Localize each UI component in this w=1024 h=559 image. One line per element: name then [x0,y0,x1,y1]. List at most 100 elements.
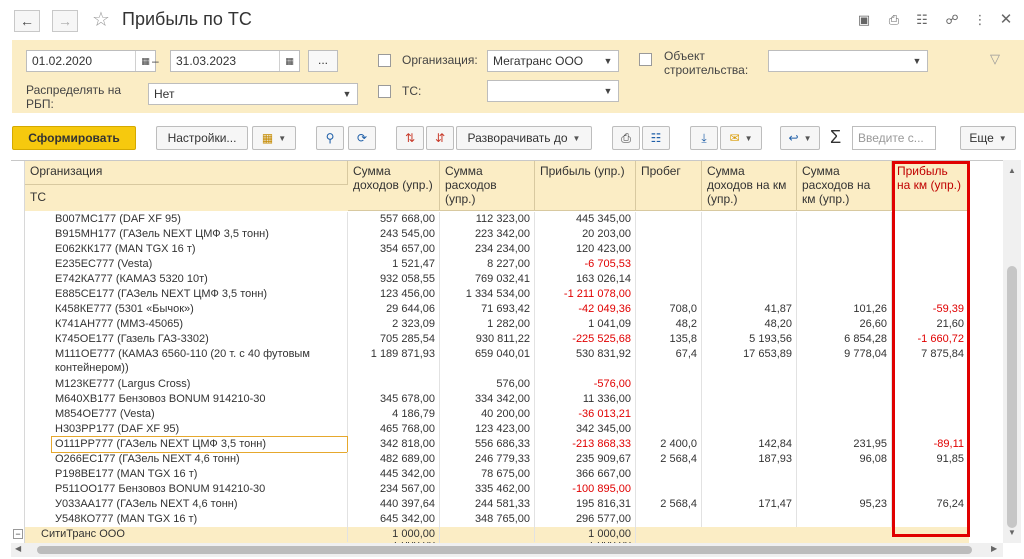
cell-ts-name[interactable]: Р511ОО177 Бензовоз BONUM 914210-30 [51,482,348,497]
more-button[interactable]: Еще ▼ [960,126,1016,150]
cell-profit[interactable]: 195 816,31 [535,497,636,512]
star-icon[interactable]: ☆ [92,7,110,32]
table-row[interactable]: В007МС177 (DAF XF 95) 557 668,00 112 323,0… [25,212,969,227]
table-row[interactable]: Е742КА777 (КАМАЗ 5320 10т) 932 058,55 769 … [25,272,969,287]
cell-profit[interactable]: -36 013,21 [535,407,636,422]
horizontal-scroll-thumb[interactable] [37,546,972,554]
cell-ts-name[interactable]: О266ЕС177 (ГАЗель NEXT 4,6 тонн) [51,452,348,467]
cell-income-km[interactable] [702,407,797,422]
generate-button[interactable]: Сформировать [12,126,136,150]
cell-mileage[interactable] [636,422,702,437]
cell-mileage[interactable]: 2 568,4 [636,497,702,512]
cell-income[interactable]: 645 342,00 [348,512,440,527]
cell-ts-name[interactable]: Е885СЕ177 (ГАЗель NEXT ЦМФ 3,5 тонн) [51,287,348,302]
cell-income-km[interactable] [702,512,797,527]
table-row[interactable]: Е235ЕС777 (Vesta) 1 521,47 8 227,00 -6 705,… [25,257,969,272]
link-icon[interactable]: ☍ [944,12,960,28]
close-icon[interactable]: ✕ [998,12,1014,28]
cell-income[interactable]: 1 189 871,93 [348,347,440,377]
col-header-income[interactable]: Сумма доходов (упр.) [348,161,440,211]
cell-mileage[interactable] [636,407,702,422]
col-header-income-km[interactable]: Сумма доходов на км (упр.) [702,161,797,211]
cell-ts-name[interactable]: Н303РР177 (DAF XF 95) [51,422,348,437]
cell-income-km[interactable] [702,227,797,242]
variants-button[interactable]: ▦ ▼ [252,126,296,150]
download-button[interactable]: ⤓ [690,126,718,150]
cell-income[interactable]: 932 058,55 [348,272,440,287]
table-row[interactable]: М123КЕ777 (Largus Cross) 576,00 -576,00 [25,377,969,392]
print-button[interactable]: ⎙ [612,126,640,150]
cell-income[interactable]: 354 657,00 [348,242,440,257]
forward-button[interactable]: → [52,10,78,32]
table-row[interactable]: О266ЕС177 (ГАЗель NEXT 4,6 тонн) 482 689,… [25,452,969,467]
cell-expense-km[interactable] [797,287,892,302]
cell-expense-km[interactable] [797,272,892,287]
cell-income[interactable]: 2 323,09 [348,317,440,332]
cell-income-km[interactable]: 187,93 [702,452,797,467]
cell-income[interactable]: 445 342,00 [348,467,440,482]
sort-asc-button[interactable]: ⇅ [396,126,424,150]
cell-ts-name[interactable]: Е062КК177 (MAN TGX 16 т) [51,242,348,257]
distribute-select[interactable]: Нет ▼ [148,83,358,105]
cell-mileage[interactable]: 67,4 [636,347,702,377]
cell-mileage[interactable]: 48,2 [636,317,702,332]
cell-profit[interactable]: 342 345,00 [535,422,636,437]
cell-mileage[interactable] [636,392,702,407]
back-button[interactable]: ← [14,10,40,32]
cell-income[interactable]: 705 285,54 [348,332,440,347]
cell-mileage[interactable] [636,512,702,527]
cell-income-km[interactable] [702,482,797,497]
cell-profit[interactable]: -213 868,33 [535,437,636,452]
cell-income[interactable]: 440 397,64 [348,497,440,512]
cell-income-km[interactable]: 5 193,56 [702,332,797,347]
cell-income-km[interactable]: 48,20 [702,317,797,332]
cell-income-km[interactable]: 171,47 [702,497,797,512]
col-header-profit[interactable]: Прибыль (упр.) [535,161,636,211]
scroll-left-icon[interactable]: ◀ [15,544,21,553]
cell-income[interactable]: 123 456,00 [348,287,440,302]
cell-ts-name[interactable]: К458КЕ777 (5301 «Бычок») [51,302,348,317]
cell-income[interactable]: 345 678,00 [348,392,440,407]
cell-income[interactable]: 243 545,00 [348,227,440,242]
cell-ts-name[interactable]: Е235ЕС777 (Vesta) [51,257,348,272]
cell-expense-km[interactable] [797,212,892,227]
col-header-expense-km[interactable]: Сумма расходов на км (упр.) [797,161,892,211]
cell-expense-km[interactable] [797,377,892,392]
cell-income[interactable]: 465 768,00 [348,422,440,437]
cell-expense-km[interactable] [797,242,892,257]
cell-expense[interactable]: 334 342,00 [440,392,535,407]
cell-income[interactable] [348,377,440,392]
cell-mileage[interactable] [636,257,702,272]
mail-button[interactable]: ✉ ▼ [720,126,762,150]
cell-expense-km[interactable] [797,257,892,272]
cell-expense-km[interactable] [797,467,892,482]
org-select[interactable]: Мегатранс ООО ▼ [487,50,619,72]
cell-expense-km[interactable] [797,407,892,422]
cell-ts-name[interactable]: К745ОЕ177 (Газель ГАЗ-3302) [51,332,348,347]
filter-icon[interactable]: ▽ [990,52,1000,66]
calendar-icon[interactable]: ▦ [279,51,299,71]
cell-income[interactable]: 29 644,06 [348,302,440,317]
group-cell-expense[interactable] [440,527,535,542]
table-row[interactable]: Р511ОО177 Бензовоз BONUM 914210-30 234 56… [25,482,969,497]
cell-profit[interactable]: 235 909,67 [535,452,636,467]
cell-ts-name[interactable]: В915МН177 (ГАЗель NEXT ЦМФ 3,5 тонн) [51,227,348,242]
ts-select[interactable]: ▼ [487,80,619,102]
cell-income-km[interactable] [702,377,797,392]
scroll-down-icon[interactable]: ▼ [1008,528,1016,537]
cell-income-km[interactable] [702,467,797,482]
cell-mileage[interactable] [636,212,702,227]
cell-expense[interactable]: 348 765,00 [440,512,535,527]
cell-expense[interactable]: 234 234,00 [440,242,535,257]
group-cell-name[interactable]: СитиТранс ООО [37,527,348,542]
table-row[interactable]: М640ХВ177 Бензовоз BONUM 914210-30 345 67… [25,392,969,407]
cell-ts-name[interactable]: В007МС177 (DAF XF 95) [51,212,348,227]
collapse-icon[interactable]: − [13,529,23,539]
vertical-scrollbar[interactable]: ▲ ▼ [1003,160,1021,543]
cell-income[interactable]: 234 567,00 [348,482,440,497]
cell-expense-km[interactable] [797,392,892,407]
cell-expense[interactable]: 930 811,22 [440,332,535,347]
cell-profit[interactable]: 20 203,00 [535,227,636,242]
cell-mileage[interactable]: 2 568,4 [636,452,702,467]
cell-income[interactable]: 557 668,00 [348,212,440,227]
